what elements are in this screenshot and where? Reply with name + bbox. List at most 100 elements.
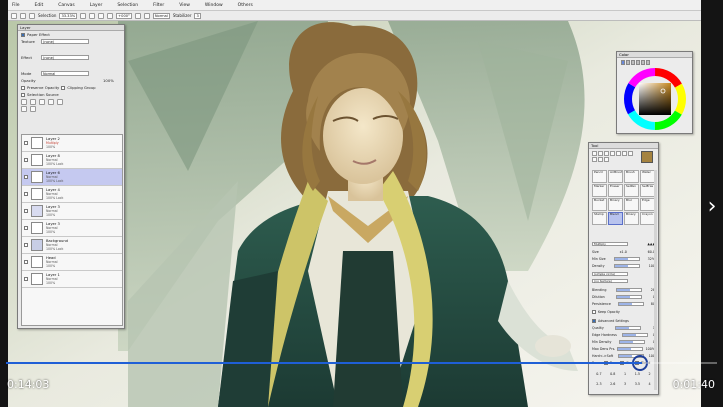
rotate-right-button[interactable] xyxy=(134,12,141,19)
delete-layer-button[interactable] xyxy=(30,105,36,112)
zoom-icon[interactable] xyxy=(616,151,621,156)
blending-slider[interactable] xyxy=(615,287,642,292)
size-multiplier[interactable]: x1.0 xyxy=(620,250,627,254)
tool-blend-selected[interactable]: Blend xyxy=(608,212,623,225)
tool-marker[interactable]: Marker xyxy=(592,184,607,197)
visibility-toggle[interactable] xyxy=(24,277,28,281)
brush-shape-select[interactable]: (simple circle) xyxy=(592,271,628,276)
zoom-out-button[interactable] xyxy=(80,12,87,19)
new-layer-button[interactable] xyxy=(21,98,27,105)
size-preset[interactable]: 0.7 xyxy=(596,372,601,376)
selection-rect-icon[interactable] xyxy=(592,151,597,156)
menu-window[interactable]: Window xyxy=(205,3,223,8)
mode-dropdown[interactable]: Normal xyxy=(41,71,89,76)
menu-canvas[interactable]: Canvas xyxy=(58,3,75,8)
menu-selection[interactable]: Selection xyxy=(117,3,138,8)
foreground-color-swatch[interactable] xyxy=(641,151,653,163)
texture-dropdown[interactable]: (none) xyxy=(41,39,89,44)
keep-opacity-checkbox[interactable] xyxy=(592,309,596,314)
visibility-toggle[interactable] xyxy=(24,141,28,145)
mode-dropdown[interactable]: Normal xyxy=(152,12,170,19)
preserve-opacity-checkbox[interactable] xyxy=(21,85,25,90)
size-preset[interactable]: 2.6 xyxy=(610,382,615,386)
size-preset[interactable]: 3 xyxy=(624,382,626,386)
tool-airbrush[interactable]: AirBrush xyxy=(608,170,623,183)
show-selection-checkbox[interactable] xyxy=(29,12,35,19)
menu-layer[interactable]: Layer xyxy=(90,3,103,8)
tool-pencil[interactable]: Pencil xyxy=(592,170,607,183)
video-progress-bar[interactable] xyxy=(6,362,717,364)
layer-item[interactable]: Background Normal 100% Lock xyxy=(22,237,122,254)
persistence-slider[interactable] xyxy=(617,301,644,306)
color-wheel[interactable] xyxy=(617,64,693,134)
zoom-in-button[interactable] xyxy=(89,12,96,19)
rotate-left-button[interactable] xyxy=(107,12,114,19)
edge-hardness-slider[interactable] xyxy=(621,332,648,337)
layer-item[interactable]: Layer 2 Multiply 100% xyxy=(22,135,122,152)
layer-item[interactable]: Layer 1 Normal 100% xyxy=(22,271,122,288)
min-density-slider[interactable] xyxy=(619,339,646,344)
eyedropper-icon[interactable] xyxy=(592,157,597,162)
layer-item[interactable]: Head Normal 100% xyxy=(22,254,122,271)
tool-blur[interactable]: Blur xyxy=(624,198,639,211)
clear-layer-button[interactable] xyxy=(21,105,27,112)
deselect-button[interactable] xyxy=(11,12,17,19)
tool-water[interactable]: Water xyxy=(640,170,655,183)
layer-item[interactable]: Layer 4 Normal 100% Lock xyxy=(22,186,122,203)
visibility-toggle[interactable] xyxy=(24,226,28,230)
tool-seleras[interactable]: SelEras xyxy=(640,184,655,197)
paper-effect-toggle[interactable] xyxy=(21,32,25,37)
menu-file[interactable]: File xyxy=(12,3,20,8)
tool-binary-2[interactable]: Binary xyxy=(624,212,639,225)
effect-dropdown[interactable]: (none) xyxy=(41,55,89,60)
invert-selection-button[interactable] xyxy=(20,12,26,19)
magic-wand-icon[interactable] xyxy=(604,151,609,156)
tool-edge[interactable]: Edge xyxy=(640,198,655,211)
stabilizer-dropdown[interactable]: 3 xyxy=(194,12,201,19)
visibility-toggle[interactable] xyxy=(24,158,28,162)
size-preset[interactable]: 1.5 xyxy=(635,372,640,376)
zoom-reset-button[interactable] xyxy=(98,12,105,19)
brush-texture-select[interactable]: (no texture) xyxy=(592,278,628,283)
menu-view[interactable]: View xyxy=(179,3,190,8)
size-preset[interactable]: 0.8 xyxy=(610,372,615,376)
menu-edit[interactable]: Edit xyxy=(35,3,44,8)
tool-stamp[interactable]: Stamp xyxy=(592,212,607,225)
zoom-field[interactable]: 33.33% xyxy=(59,12,78,19)
tool-bucket[interactable]: Bucket xyxy=(592,198,607,211)
transfer-down-button[interactable] xyxy=(48,98,54,105)
density-slider[interactable] xyxy=(613,263,640,268)
merge-down-button[interactable] xyxy=(57,98,63,105)
visibility-toggle[interactable] xyxy=(24,260,28,264)
visibility-toggle[interactable] xyxy=(24,192,28,196)
visibility-toggle[interactable] xyxy=(24,243,28,247)
selection-source-checkbox[interactable] xyxy=(21,92,25,97)
layer-item[interactable]: Layer 8 Normal 100% Lock xyxy=(22,152,122,169)
flip-button[interactable] xyxy=(143,12,150,19)
menu-filter[interactable]: Filter xyxy=(153,3,164,8)
clipping-group-checkbox[interactable] xyxy=(61,85,66,90)
lasso-icon[interactable] xyxy=(598,151,603,156)
tool-binary[interactable]: Binary xyxy=(608,198,623,211)
next-video-chevron-icon[interactable]: › xyxy=(703,192,721,226)
visibility-toggle[interactable] xyxy=(24,209,28,213)
layer-item[interactable]: Layer 3 Normal 100% xyxy=(22,203,122,220)
layer-item[interactable]: Layer 3 Normal 100% xyxy=(22,220,122,237)
max-dens-prs-slider[interactable] xyxy=(617,346,644,351)
tool-brush[interactable]: Brush xyxy=(624,170,639,183)
tool-crayon[interactable]: Crayon xyxy=(640,212,655,225)
quality-slider[interactable] xyxy=(615,325,642,330)
opacity-value[interactable]: 100% xyxy=(103,78,114,83)
size-preset[interactable]: 4 xyxy=(649,382,651,386)
new-linework-layer-button[interactable] xyxy=(30,98,36,105)
size-preset[interactable]: 2 xyxy=(649,372,651,376)
video-player[interactable]: File Edit Canvas Layer Selection Filter … xyxy=(0,0,723,407)
dilution-slider[interactable] xyxy=(615,294,642,299)
rotate-icon[interactable] xyxy=(622,151,627,156)
move-icon[interactable] xyxy=(610,151,615,156)
tool-eraser[interactable]: Eraser xyxy=(608,184,623,197)
layer-item-selected[interactable]: Layer 6 Normal 100% Lock xyxy=(22,169,122,186)
new-folder-button[interactable] xyxy=(39,98,45,105)
advanced-settings-toggle[interactable] xyxy=(592,318,596,323)
brush-shape-dropdown[interactable]: Multiply xyxy=(592,241,628,246)
